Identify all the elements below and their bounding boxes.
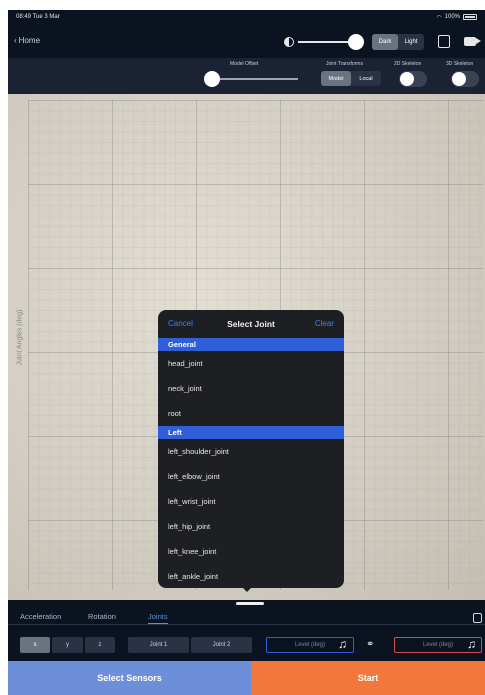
section-header-left: Left [158, 426, 344, 439]
music-note-icon-2[interactable]: ♫ [467, 638, 479, 651]
joint-transforms-model-option[interactable]: Model [321, 71, 351, 86]
wifi-icon: ◠ [436, 14, 442, 21]
axis-option-y[interactable]: y [52, 637, 83, 653]
joint-transforms-local-option[interactable]: Local [351, 71, 381, 86]
popup-header: Cancel Select Joint Clear [158, 310, 344, 338]
select-sensors-button[interactable]: Select Sensors [8, 661, 251, 695]
joint-option-left-ankle-joint[interactable]: left_ankle_joint [158, 564, 344, 588]
battery-percent: 100% [444, 14, 460, 20]
skeleton-2d-toggle-knob [400, 72, 414, 86]
cancel-button[interactable]: Cancel [168, 319, 193, 328]
tab-bar-divider [8, 624, 485, 625]
joint-option-left-shoulder-joint[interactable]: left_shoulder_joint [158, 439, 344, 464]
battery-icon [463, 14, 477, 20]
panel-toggle-icon[interactable] [473, 613, 482, 623]
joint-option-neck-joint[interactable]: neck_joint [158, 376, 344, 401]
skeleton-2d-toggle[interactable] [399, 71, 427, 87]
panel-drag-handle[interactable] [236, 602, 264, 605]
y-axis-label: Joint Angles (deg) [16, 309, 24, 366]
status-date: Tue 3 Mar [32, 14, 60, 20]
status-bar: 08:49 Tue 3 Mar ◠ 100% [8, 10, 485, 24]
model-offset-slider-knob[interactable] [204, 71, 220, 87]
joint-selector[interactable]: Joint 1 Joint 2 [128, 637, 252, 653]
popup-title: Select Joint [227, 319, 275, 329]
select-joint-popup: Cancel Select Joint Clear General head_j… [158, 310, 344, 588]
skeleton-2d-label: 2D Skeleton [394, 61, 422, 67]
status-time: 08:49 [16, 14, 32, 20]
back-chevron-icon: ‹ [14, 36, 17, 45]
joint-option-root[interactable]: root [158, 401, 344, 426]
joint-option-head-joint[interactable]: head_joint [158, 351, 344, 376]
theme-light-option[interactable]: Light [398, 34, 424, 50]
tab-joints[interactable]: Joints [148, 612, 168, 624]
link-icon[interactable]: ⚭ [366, 639, 374, 651]
level-field-2-placeholder: Level (deg) [422, 642, 454, 648]
section-header-general: General [158, 338, 344, 351]
export-icon[interactable] [438, 35, 450, 48]
popup-caret [241, 586, 253, 592]
music-note-icon[interactable]: ♫ [338, 638, 350, 651]
tab-acceleration[interactable]: Acceleration [20, 612, 61, 621]
theme-segmented-control[interactable]: Dark Light [372, 34, 424, 50]
joint-option-left-elbow-joint[interactable]: left_elbow_joint [158, 464, 344, 489]
video-camera-icon[interactable] [464, 37, 481, 46]
joint-1-button[interactable]: Joint 1 [128, 637, 189, 653]
joint-option-left-knee-joint[interactable]: left_knee_joint [158, 539, 344, 564]
joint-2-button[interactable]: Joint 2 [191, 637, 252, 653]
level-field-1-placeholder: Level (deg) [294, 642, 326, 648]
axis-option-z[interactable]: z [84, 637, 115, 653]
brightness-icon [284, 37, 294, 47]
theme-dark-option[interactable]: Dark [372, 34, 398, 50]
brightness-slider-knob[interactable] [348, 34, 364, 50]
start-button[interactable]: Start [251, 661, 485, 695]
joint-option-left-wrist-joint[interactable]: left_wrist_joint [158, 489, 344, 514]
skeleton-3d-toggle[interactable] [451, 71, 479, 87]
controls-bar: Model Offset Joint Transforms Model Loca… [8, 58, 485, 94]
skeleton-3d-label: 3D Skeleton [446, 61, 474, 67]
joints-toolbar: x y z Joint 1 Joint 2 Level (deg) ♫ ⚭ Le… [8, 630, 485, 660]
joint-transforms-label: Joint Transforms [326, 61, 363, 67]
axis-segmented-control[interactable]: x y z [20, 637, 115, 653]
clear-button[interactable]: Clear [315, 319, 334, 328]
joint-transforms-segmented-control[interactable]: Model Local [321, 71, 381, 86]
back-label: Home [18, 36, 41, 45]
model-offset-slider[interactable] [208, 78, 298, 80]
model-offset-label: Model Offset [230, 61, 259, 67]
app-window: 08:49 Tue 3 Mar ◠ 100% ‹ Home Dark Light… [8, 10, 485, 695]
back-button[interactable]: ‹ Home [14, 36, 40, 45]
skeleton-3d-toggle-knob [452, 72, 466, 86]
axis-option-x[interactable]: x [20, 637, 51, 653]
tab-bar: Acceleration Rotation Joints [8, 608, 485, 626]
tab-rotation[interactable]: Rotation [88, 612, 116, 621]
joint-option-left-hip-joint[interactable]: left_hip_joint [158, 514, 344, 539]
